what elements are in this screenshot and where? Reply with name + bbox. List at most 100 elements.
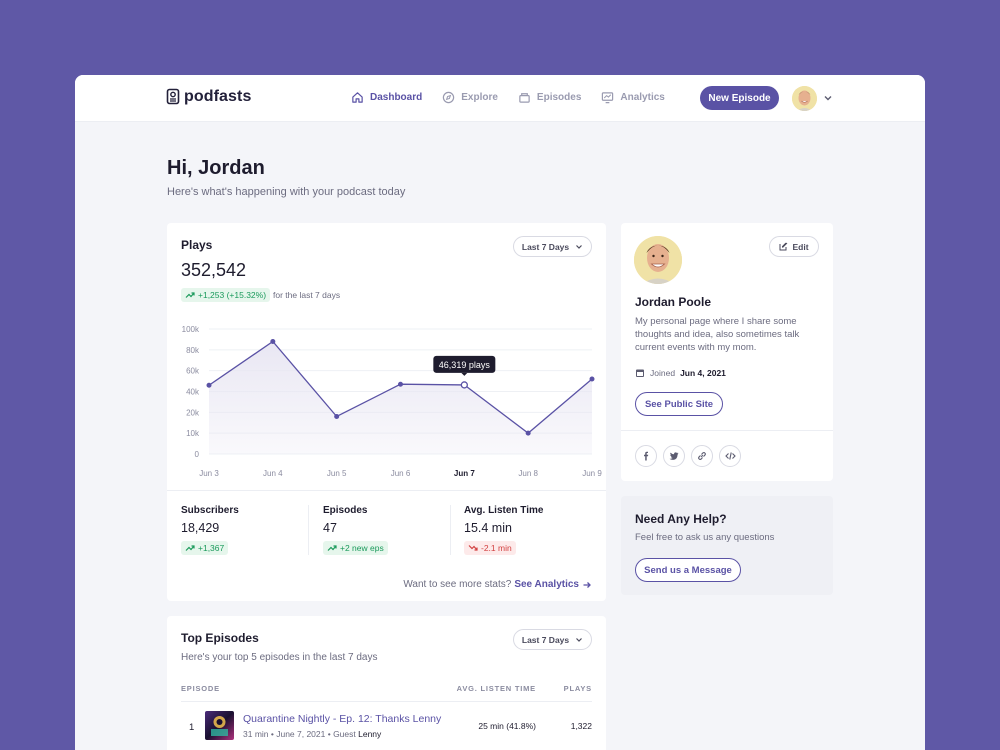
episode-rank: 1	[189, 722, 195, 733]
main-nav: Dashboard Explore Episodes Analytics	[351, 91, 665, 104]
nav-item-dashboard[interactable]: Dashboard	[351, 91, 422, 104]
plays-change-note: for the last 7 days	[273, 290, 341, 300]
calendar-icon	[636, 369, 644, 377]
user-avatar[interactable]	[792, 86, 817, 111]
chart-tooltip-label: 46,319 plays	[439, 360, 491, 370]
profile-avatar-image	[634, 236, 682, 284]
trend-up-icon	[185, 545, 195, 551]
nav-label: Explore	[461, 92, 498, 103]
stat-change: -2.1 min	[481, 543, 512, 553]
y-tick-label: 80k	[186, 346, 200, 355]
see-analytics-link[interactable]: See Analytics	[514, 579, 579, 590]
y-tick-label: 60k	[186, 367, 200, 376]
data-point	[270, 339, 276, 344]
user-avatar-image	[792, 86, 817, 111]
nav-label: Dashboard	[370, 92, 423, 103]
plays-card: Plays Last 7 Days 352,542 +1,253 (+15.32…	[167, 223, 606, 601]
table-row[interactable]: 1 Quarantine Nightly - Ep. 12: Thanks Le…	[181, 710, 592, 746]
episode-thumbnail	[205, 711, 234, 740]
plays-change-badge: +1,253 (+15.32%)	[181, 288, 271, 302]
data-point	[589, 376, 595, 382]
stat-label: Episodes	[323, 505, 368, 516]
trend-up-icon	[185, 292, 195, 298]
episode-meta-text: 31 min • June 7, 2021 • Guest	[243, 729, 356, 739]
episode-plays: 1,322	[570, 721, 592, 731]
edit-label: Edit	[792, 241, 809, 252]
joined-date: Jun 4, 2021	[680, 368, 726, 378]
help-subtitle: Feel free to ask us any questions	[635, 532, 775, 543]
stat-avg-listen-time: Avg. Listen Time 15.4 min -2.1 min	[464, 505, 543, 557]
podcast-logo-icon	[166, 88, 180, 105]
y-tick-label: 40k	[186, 388, 200, 397]
send-message-button[interactable]: Send us a Message	[635, 558, 741, 582]
column-header-plays: PLAYS	[563, 684, 592, 693]
top-episodes-title: Top Episodes	[181, 631, 259, 645]
see-public-site-button[interactable]: See Public Site	[635, 392, 723, 416]
chevron-down-icon[interactable]	[823, 93, 833, 103]
data-point	[334, 414, 340, 419]
y-tick-label: 10k	[186, 429, 200, 438]
arrow-right-icon[interactable]	[582, 580, 592, 590]
link-button[interactable]	[691, 445, 713, 467]
joined-label: Joined	[650, 368, 676, 378]
x-tick-label: Jun 6	[391, 469, 411, 478]
edit-profile-button[interactable]: Edit	[769, 236, 819, 257]
top-episodes-subtitle: Here's your top 5 episodes in the last 7…	[181, 652, 378, 663]
help-card: Need Any Help? Feel free to ask us any q…	[621, 496, 833, 595]
stat-value: 47	[323, 521, 337, 535]
data-point	[206, 382, 212, 388]
dropdown-label: Last 7 Days	[521, 241, 570, 252]
nav-item-explore[interactable]: Explore	[442, 91, 498, 104]
stat-label: Subscribers	[181, 505, 239, 516]
stat-episodes: Episodes 47 +2 new eps	[323, 505, 388, 557]
profile-joined: Joined Jun 4, 2021	[635, 368, 726, 378]
episode-cover-art	[211, 716, 228, 736]
x-tick-label: Jun 9	[582, 469, 602, 478]
profile-name: Jordan Poole	[635, 295, 712, 309]
plays-range-dropdown[interactable]: Last 7 Days	[513, 236, 592, 257]
stat-change: +1,367	[198, 543, 225, 553]
facebook-icon	[644, 451, 649, 461]
plays-chart: 0 10k 20k 40k 60k 80k 100k Jun 3 Jun 4 Jun 5 Jun 6…	[182, 325, 603, 478]
chart-tooltip-arrow	[461, 372, 468, 376]
social-links	[635, 445, 741, 467]
nav-label: Episodes	[536, 92, 582, 103]
top-navbar: podfasts Dashboard Explore Episodes Anal…	[75, 75, 925, 122]
nav-item-episodes[interactable]: Episodes	[518, 91, 581, 104]
new-episode-button[interactable]: New Episode	[700, 86, 779, 110]
edit-icon	[779, 242, 788, 251]
more-stats: Want to see more stats? See Analytics	[403, 579, 592, 590]
y-tick-label: 100k	[182, 325, 200, 334]
page-subtitle: Here's what's happening with your podcas…	[167, 186, 406, 198]
x-tick-label: Jun 8	[518, 469, 538, 478]
facebook-button[interactable]	[635, 445, 657, 467]
stat-change-badge: +2 new eps	[323, 541, 388, 555]
plays-change: +1,253 (+15.32%)	[198, 290, 267, 300]
divider	[181, 701, 592, 702]
nav-label: Analytics	[620, 92, 665, 103]
data-point	[525, 430, 531, 436]
link-icon	[698, 452, 706, 460]
divider	[167, 490, 606, 491]
data-point	[398, 381, 403, 387]
brand-logo[interactable]: podfasts	[166, 88, 251, 106]
divider	[450, 505, 451, 555]
stat-change-badge: -2.1 min	[464, 541, 516, 555]
plays-title: Plays	[181, 238, 213, 252]
stat-subscribers: Subscribers 18,429 +1,367	[181, 505, 239, 557]
embed-code-button[interactable]	[719, 445, 741, 467]
page-title: Hi, Jordan	[167, 157, 265, 179]
top-episodes-range-dropdown[interactable]: Last 7 Days	[513, 629, 592, 650]
episode-title-link[interactable]: Quarantine Nightly - Ep. 12: Thanks Lenn…	[243, 713, 441, 725]
brand-name: podfasts	[184, 88, 252, 105]
top-episodes-card: Top Episodes Here's your top 5 episodes …	[167, 616, 606, 750]
episode-listen-time: 25 min (41.8%)	[478, 721, 536, 731]
trend-down-icon	[468, 545, 478, 551]
divider	[621, 430, 833, 431]
twitter-button[interactable]	[663, 445, 685, 467]
data-point	[460, 381, 468, 389]
nav-item-analytics[interactable]: Analytics	[601, 91, 665, 104]
chart-monitor-icon	[602, 92, 614, 104]
twitter-icon	[669, 452, 679, 460]
profile-bio: My personal page where I share some thou…	[635, 316, 800, 353]
